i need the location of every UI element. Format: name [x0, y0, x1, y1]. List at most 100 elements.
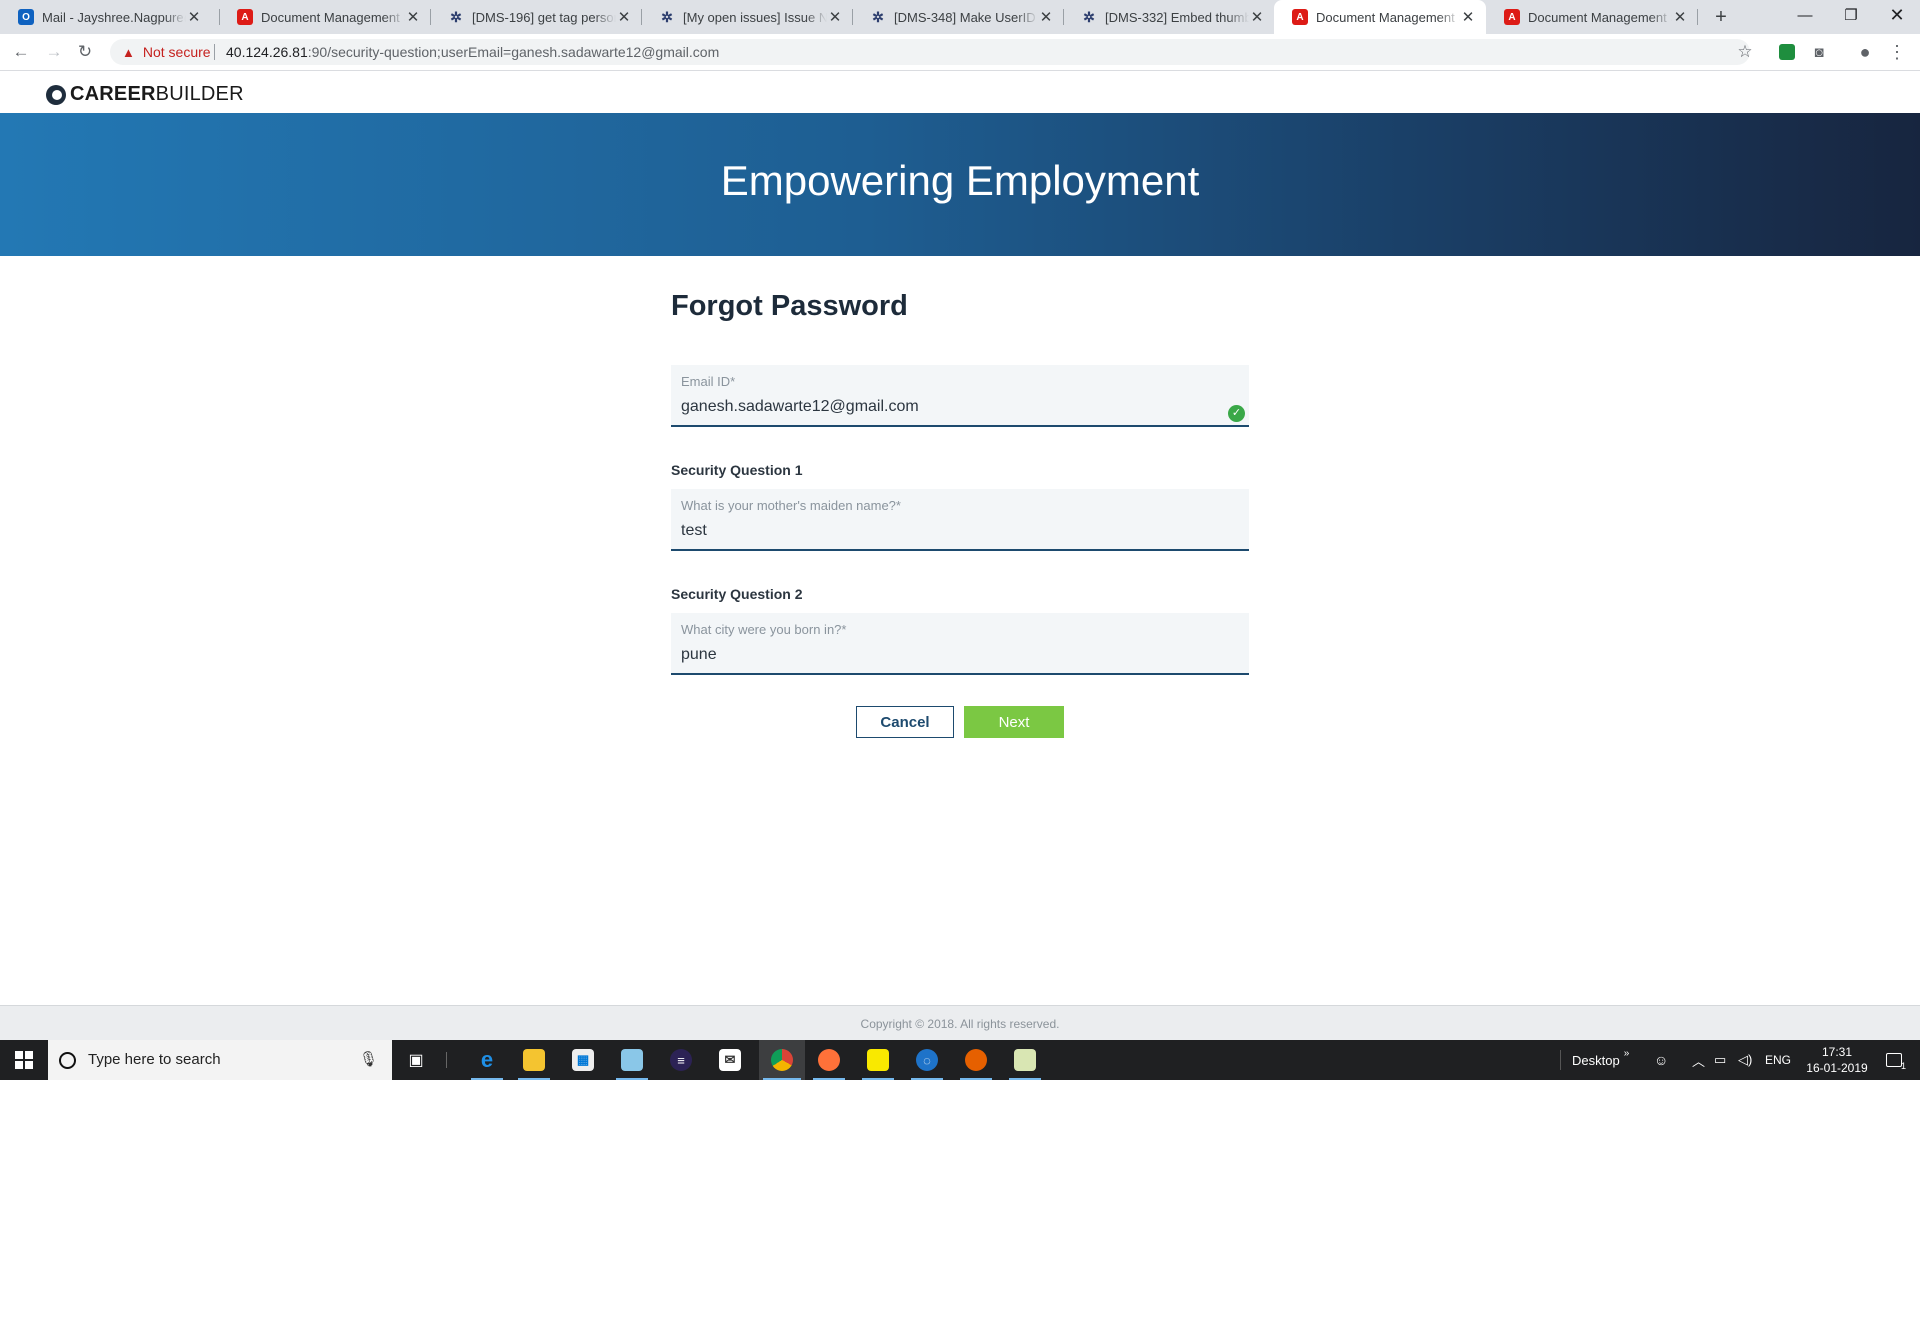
- tab-title: [DMS-332] Embed thumbnail: [1105, 9, 1249, 25]
- jira-icon: ✲: [661, 8, 673, 25]
- warning-icon: ▲: [122, 44, 135, 60]
- menu-icon[interactable]: ⋮: [1885, 40, 1909, 64]
- security-indicator[interactable]: ▲ Not secure: [122, 39, 211, 65]
- jira-icon: ✲: [450, 8, 462, 25]
- firefox-dev-icon[interactable]: [809, 1040, 849, 1080]
- jira-icon: ✲: [1083, 8, 1095, 25]
- angular-icon: A: [1504, 9, 1520, 25]
- system-clock[interactable]: 17:31 16-01-2019: [1800, 1044, 1874, 1076]
- address-bar[interactable]: ▲ Not secure 40.124.26.81:90/security-qu…: [110, 39, 1753, 65]
- page-title: Forgot Password: [671, 290, 908, 322]
- tab-dms-196[interactable]: ✲ [DMS-196] get tag person ok ✕: [430, 0, 642, 34]
- close-icon[interactable]: ✕: [827, 8, 843, 26]
- windows-icon: [15, 1051, 33, 1069]
- chevron-up-icon[interactable]: ︿: [1692, 1040, 1705, 1080]
- notepad-icon[interactable]: [612, 1040, 652, 1080]
- url-host: 40.124.26.81: [226, 44, 308, 60]
- hero-banner: Empowering Employment: [0, 113, 1920, 256]
- url-text[interactable]: 40.124.26.81:90/security-question;userEm…: [226, 39, 719, 65]
- angular-icon: A: [237, 9, 253, 25]
- close-icon[interactable]: ✕: [405, 8, 421, 26]
- hero-title: Empowering Employment: [720, 157, 1200, 204]
- chrome-icon[interactable]: [759, 1040, 805, 1080]
- close-icon[interactable]: ✕: [616, 8, 632, 26]
- browser-tab-strip: O Mail - Jayshree.Nagpure@careerbuilder.…: [0, 0, 1920, 34]
- close-icon[interactable]: ✕: [1038, 8, 1054, 26]
- outlook-icon: O: [18, 9, 34, 25]
- tab-title: [DMS-196] get tag person ok: [472, 9, 616, 25]
- logo-text: CAREERBUILDER: [70, 83, 244, 106]
- new-tab-button[interactable]: +: [1708, 4, 1734, 30]
- not-secure-label: Not secure: [142, 44, 211, 60]
- tab-document-management[interactable]: A Document Management Service ✕: [219, 0, 431, 34]
- logo-mark-icon: [46, 84, 66, 105]
- firefox-icon[interactable]: [956, 1040, 996, 1080]
- store-icon[interactable]: ▦: [563, 1040, 603, 1080]
- extension-icon[interactable]: [1775, 40, 1799, 64]
- tab-dms-332[interactable]: ✲ [DMS-332] Embed thumbnail ✕: [1063, 0, 1275, 34]
- tab-title: [My open issues] Issue Navigator: [683, 9, 827, 25]
- tray-divider: [1560, 1040, 1561, 1080]
- tab-divider: [1697, 9, 1698, 25]
- forward-icon[interactable]: →: [42, 40, 66, 64]
- address-divider: [214, 44, 215, 60]
- desktop-label: Desktop: [1572, 1052, 1620, 1068]
- window-close-icon[interactable]: ✕: [1874, 0, 1920, 30]
- tab-title: Mail - Jayshree.Nagpure@careerbuilder.co…: [42, 9, 186, 25]
- email-field[interactable]: Email ID* ganesh.sadawarte12@gmail.com ✓: [671, 365, 1249, 427]
- security-question-1-heading: Security Question 1: [671, 462, 803, 478]
- tab-my-open-issues[interactable]: ✲ [My open issues] Issue Navigator ✕: [641, 0, 853, 34]
- tab-mail[interactable]: O Mail - Jayshree.Nagpure@careerbuilder.…: [0, 0, 212, 34]
- logo-text-light: BUILDER: [155, 83, 244, 105]
- clock-time: 17:31: [1821, 1045, 1853, 1059]
- action-center-icon[interactable]: 1: [1880, 1040, 1908, 1080]
- chevron-right-icon: »: [1623, 1047, 1630, 1059]
- close-icon[interactable]: ✕: [1672, 8, 1688, 26]
- browser-toolbar: ← → ↻ ▲ Not secure 40.124.26.81:90/secur…: [0, 34, 1920, 71]
- search-placeholder: Type here to search: [88, 1051, 221, 1068]
- cortana-icon: [59, 1052, 76, 1069]
- copyright-text: Copyright © 2018. All rights reserved.: [860, 1017, 1060, 1031]
- email-label: Email ID*: [681, 374, 736, 389]
- profile-icon[interactable]: ●: [1853, 40, 1877, 64]
- tab-dms-348[interactable]: ✲ [DMS-348] Make UserID and ✕: [852, 0, 1064, 34]
- tab-document-management-2[interactable]: A Document Management Service ✕: [1486, 0, 1698, 34]
- chat-icon[interactable]: ◌: [907, 1040, 947, 1080]
- minimize-icon[interactable]: —: [1782, 0, 1828, 30]
- volume-icon[interactable]: ◁): [1738, 1040, 1752, 1080]
- close-icon[interactable]: ✕: [1249, 8, 1265, 26]
- desktop-toolbar[interactable]: Desktop»: [1572, 1040, 1629, 1080]
- cancel-button[interactable]: Cancel: [856, 706, 954, 738]
- tab-title: Document Management Service: [1316, 9, 1460, 25]
- back-icon[interactable]: ←: [9, 40, 33, 64]
- eclipse-icon[interactable]: ≡: [661, 1040, 701, 1080]
- angular-icon: A: [1292, 9, 1308, 25]
- sticky-notes-icon[interactable]: [858, 1040, 898, 1080]
- restore-icon[interactable]: ❐: [1828, 0, 1874, 30]
- close-icon[interactable]: ✕: [186, 8, 202, 26]
- taskbar-search-box[interactable]: Type here to search 🎙: [48, 1040, 392, 1080]
- tab-document-management-active[interactable]: A Document Management Service ✕: [1274, 0, 1486, 34]
- files-icon[interactable]: [1005, 1040, 1045, 1080]
- notification-count: 1: [1900, 1061, 1906, 1071]
- people-icon[interactable]: ☺: [1654, 1040, 1668, 1080]
- reload-icon[interactable]: ↻: [73, 40, 97, 64]
- next-button[interactable]: Next: [964, 706, 1064, 738]
- camera-icon[interactable]: ◙: [1807, 40, 1831, 64]
- file-explorer-icon[interactable]: [514, 1040, 554, 1080]
- mail-icon[interactable]: ✉: [710, 1040, 750, 1080]
- task-view-icon[interactable]: ▣: [404, 1048, 428, 1072]
- language-indicator[interactable]: ENG: [1765, 1040, 1791, 1080]
- jira-icon: ✲: [872, 8, 884, 25]
- network-icon[interactable]: ▭: [1714, 1040, 1726, 1080]
- careerbuilder-logo[interactable]: CAREERBUILDER: [46, 83, 244, 106]
- close-icon[interactable]: ✕: [1460, 8, 1476, 26]
- start-button[interactable]: [0, 1040, 48, 1080]
- check-icon: ✓: [1228, 405, 1245, 422]
- security-answer-1-field[interactable]: What is your mother's maiden name?* test: [671, 489, 1249, 551]
- edge-icon[interactable]: e: [467, 1040, 507, 1080]
- bookmark-star-icon[interactable]: ☆: [1733, 40, 1757, 64]
- clock-date: 16-01-2019: [1806, 1061, 1868, 1075]
- microphone-icon[interactable]: 🎙: [359, 1050, 378, 1068]
- security-answer-2-field[interactable]: What city were you born in?* pune: [671, 613, 1249, 675]
